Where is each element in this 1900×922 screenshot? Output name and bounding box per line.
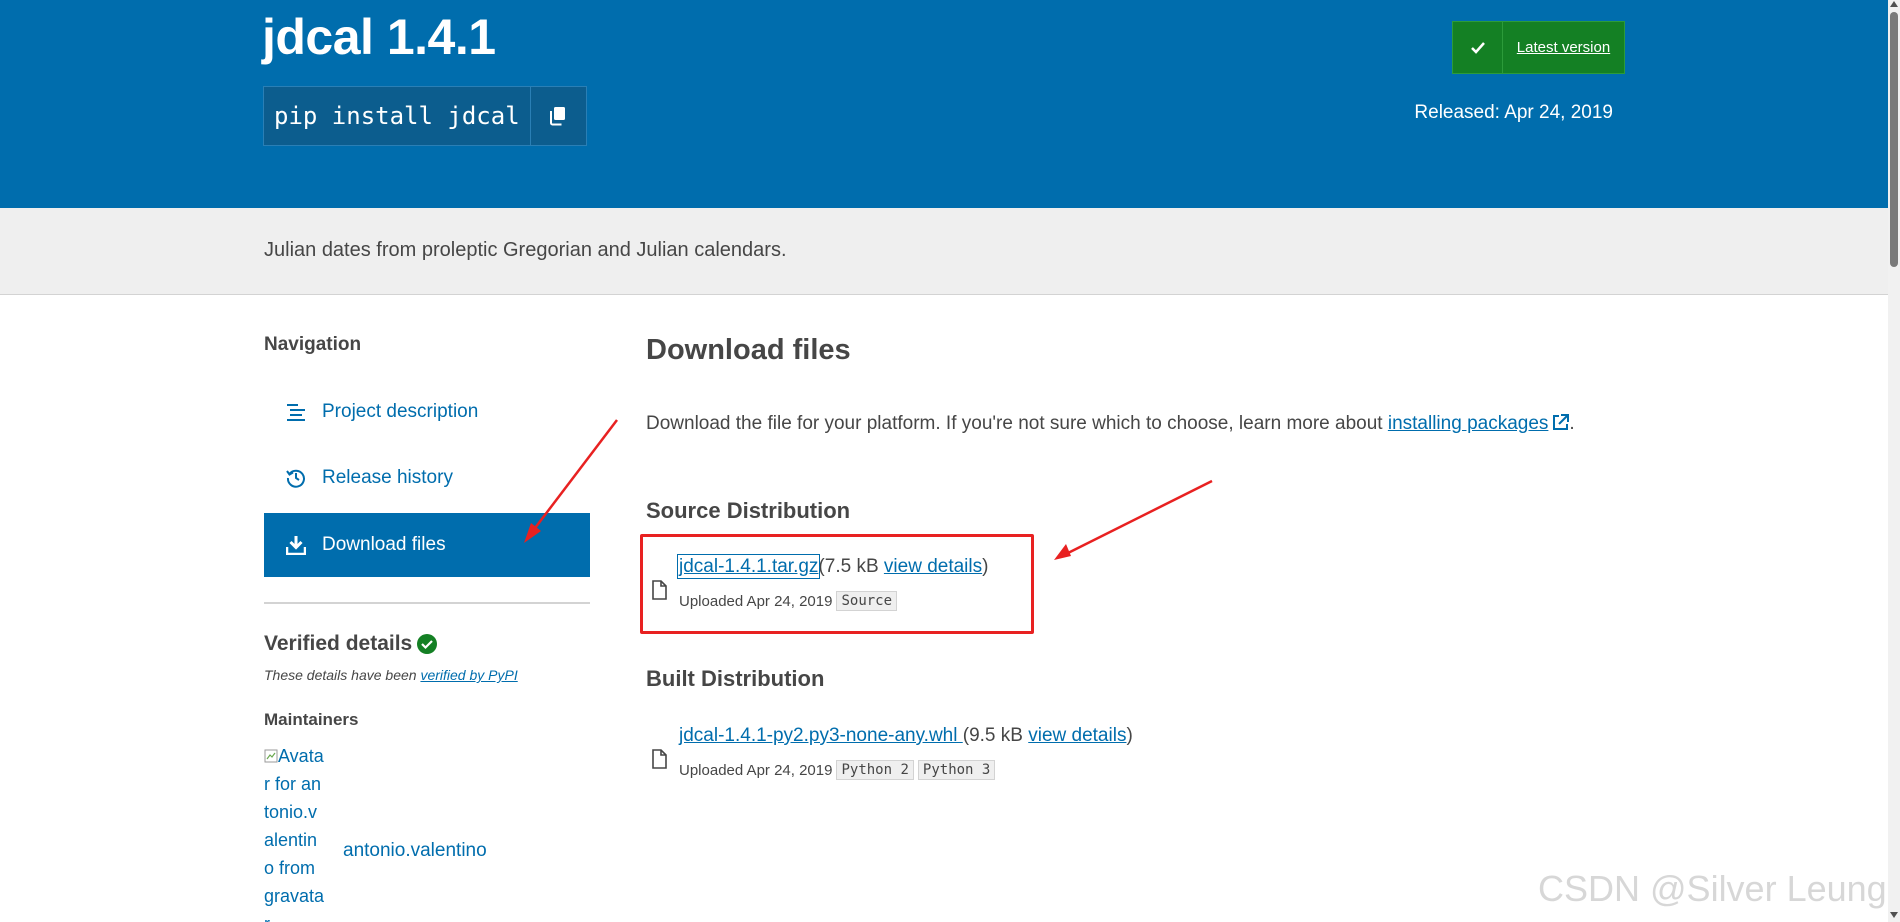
built-file-line: jdcal-1.4.1-py2.py3-none-any.whl (9.5 kB… [679,725,1133,747]
latest-version-badge[interactable]: Latest version [1452,21,1625,74]
pip-command-text[interactable]: pip install jdcal [264,87,531,145]
verified-details-label: Verified details [264,632,413,655]
file-tag: Python 3 [917,760,996,780]
package-summary: Julian dates from proleptic Gregorian an… [264,239,787,261]
intro-text: Download the file for your platform. If … [646,413,1388,434]
scroll-down-arrow[interactable] [1890,912,1898,918]
release-date: Released: Apr 24, 2019 [1414,102,1613,123]
sidebar-item-download-files[interactable]: Download files [264,513,590,577]
package-summary-band: Julian dates from proleptic Gregorian an… [0,208,1888,295]
installing-packages-link[interactable]: installing packages [1388,413,1570,434]
built-file-meta: Uploaded Apr 24, 2019 Python 2 Python 3 [679,760,996,780]
download-icon [286,535,306,555]
align-left-icon [286,402,306,422]
sidebar-item-project-description[interactable]: Project description [264,380,590,444]
annotation-highlight-box [640,534,1034,634]
copy-icon [550,107,566,126]
installing-packages-label: installing packages [1387,413,1549,434]
sidebar-item-label: Download files [322,534,446,555]
check-icon [1453,22,1503,73]
sidebar-item-label: Release history [322,467,453,488]
download-intro: Download the file for your platform. If … [646,413,1575,435]
external-link-icon [1553,414,1570,430]
sidebar-divider [264,602,590,604]
built-file-card: jdcal-1.4.1-py2.py3-none-any.whl (9.5 kB… [646,725,1346,785]
page-scrollbar[interactable] [1888,0,1900,922]
latest-version-link[interactable]: Latest version [1503,22,1624,73]
sidebar-item-release-history[interactable]: Release history [264,446,590,510]
copy-button[interactable] [531,87,586,145]
file-tag: Python 2 [836,760,914,780]
built-file-link[interactable]: jdcal-1.4.1-py2.py3-none-any.whl [679,725,963,746]
view-details-link[interactable]: view details [1028,725,1126,746]
sidebar-item-label: Project description [322,401,479,422]
paren-close: ) [1126,725,1133,746]
scrollbar-thumb[interactable] [1890,12,1898,267]
source-distribution-heading: Source Distribution [646,498,851,523]
upload-date: Uploaded Apr 24, 2019 [679,761,833,779]
history-icon [286,468,306,488]
avatar-alt-text: Avatar for antonio.valentino from gravat… [264,746,325,922]
navigation-heading: Navigation [264,334,362,355]
verified-check-icon [417,634,438,654]
package-title: jdcal 1.4.1 [262,9,496,65]
intro-period: . [1569,413,1575,434]
verified-note: These details have been verified by PyPI [264,667,518,683]
package-header: jdcal 1.4.1 pip install jdcal Latest ver… [0,0,1888,208]
page-title: Download files [646,334,851,366]
file-icon [652,749,667,769]
maintainer-link[interactable]: antonio.valentino [343,840,487,862]
built-distribution-heading: Built Distribution [646,666,825,691]
verified-by-pypi-link[interactable]: verified by PyPI [420,667,517,683]
maintainers-heading: Maintainers [264,710,359,729]
verified-details-heading: Verified details [264,632,438,656]
watermark: CSDN @Silver Leung? [1538,868,1900,909]
verified-note-text: These details have been [264,667,421,683]
file-size: (9.5 kB [962,725,1029,746]
scroll-up-arrow[interactable] [1890,1,1898,7]
avatar[interactable]: Avatar for antonio.valentino from gravat… [264,742,326,922]
pip-command-box: pip install jdcal [263,86,587,146]
annotation-arrow-right [1054,479,1213,560]
broken-image-icon [264,749,278,763]
